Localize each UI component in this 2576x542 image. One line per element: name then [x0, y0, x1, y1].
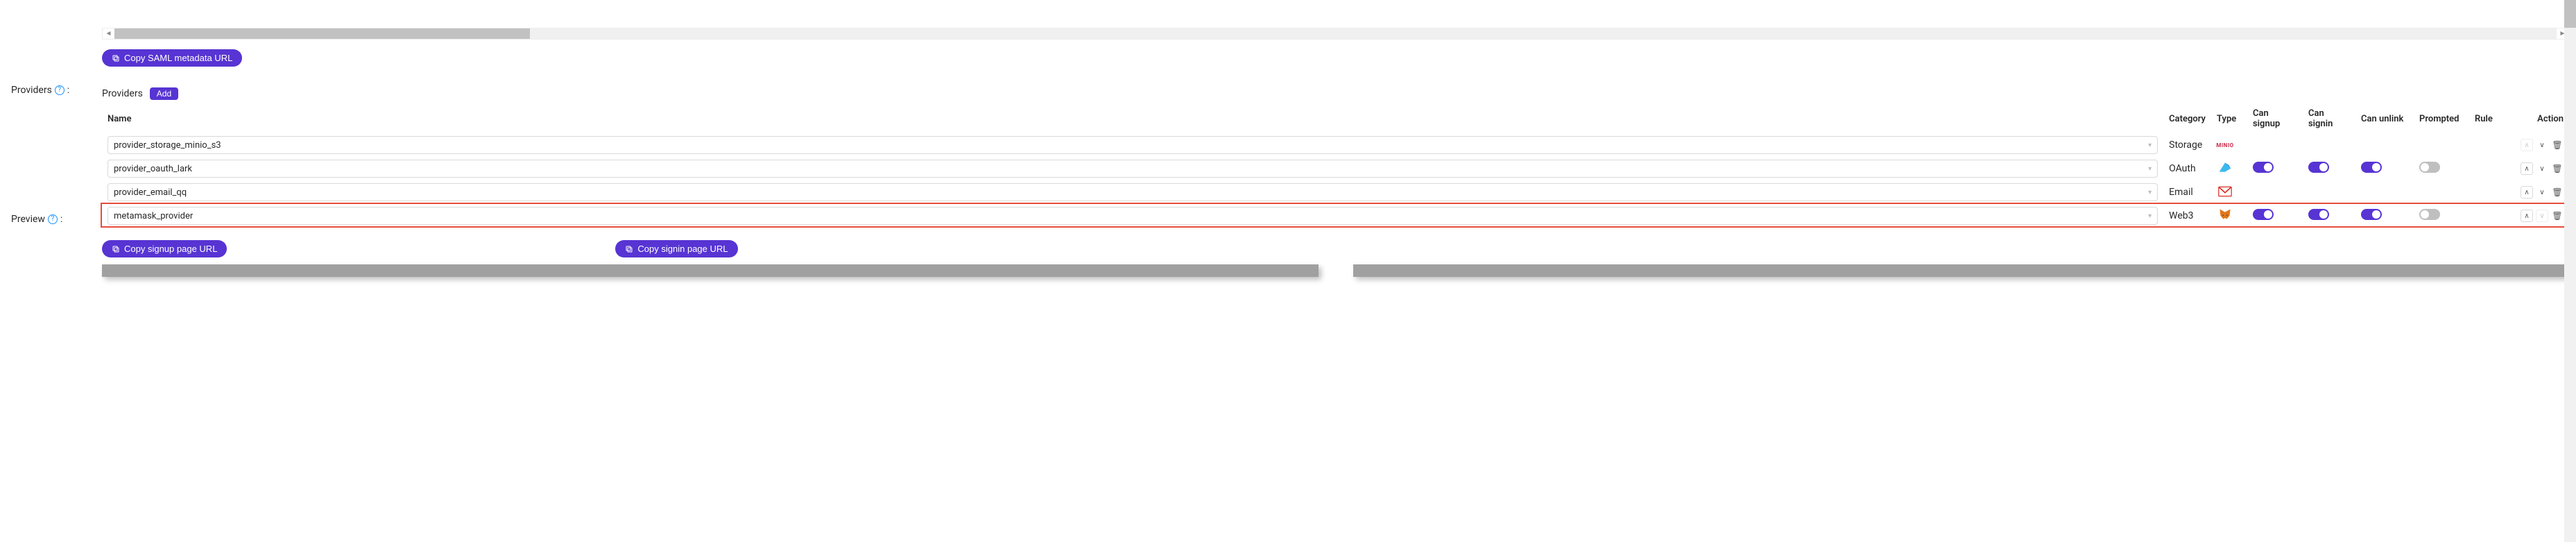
- copy-signin-page-button[interactable]: Copy signin page URL: [615, 240, 737, 257]
- copy-icon: [112, 54, 120, 62]
- vertical-scrollbar[interactable]: [2564, 0, 2576, 542]
- provider-name-select[interactable]: provider_oauth_lark ▾: [108, 160, 2158, 178]
- col-header-action: Action: [2515, 104, 2569, 133]
- can-signup-switch[interactable]: [2253, 209, 2274, 220]
- col-header-prompted: Prompted: [2414, 104, 2469, 133]
- category-cell: Storage: [2163, 133, 2211, 157]
- metamask-icon: [2218, 208, 2232, 221]
- copy-icon: [112, 245, 120, 253]
- col-header-category: Category: [2163, 104, 2211, 133]
- provider-name-select[interactable]: provider_storage_minio_s3 ▾: [108, 136, 2158, 154]
- horizontal-scrollbar[interactable]: ◄ ►: [102, 28, 2569, 40]
- rule-cell: [2469, 180, 2515, 204]
- hscroll-track[interactable]: [114, 28, 2557, 39]
- can-unlink-switch[interactable]: [2361, 209, 2382, 220]
- lark-icon: [2218, 160, 2232, 174]
- add-button[interactable]: Add: [150, 87, 178, 100]
- minio-icon: MINIO: [2216, 142, 2233, 149]
- chevron-down-icon: ▾: [2148, 142, 2152, 149]
- providers-label: Providers ? :: [11, 85, 102, 96]
- delete-button[interactable]: 🗑: [2551, 186, 2564, 198]
- empty-panel: [102, 0, 2569, 28]
- category-cell: Email: [2163, 180, 2211, 204]
- copy-signup-page-button[interactable]: Copy signup page URL: [102, 240, 227, 257]
- providers-table: Name Category Type Can signup Can signin…: [102, 104, 2569, 228]
- category-cell: OAuth: [2163, 157, 2211, 180]
- preview-label-text: Preview: [11, 214, 45, 225]
- col-header-can-signin: Can signin: [2303, 104, 2355, 133]
- provider-name-value: provider_email_qq: [114, 187, 187, 198]
- prompted-switch[interactable]: [2419, 209, 2440, 220]
- help-icon[interactable]: ?: [55, 85, 65, 95]
- can-signin-switch[interactable]: [2308, 209, 2329, 220]
- can-signin-switch[interactable]: [2308, 162, 2329, 173]
- chevron-down-icon: ▾: [2148, 212, 2152, 220]
- move-down-button: ∨: [2536, 210, 2548, 222]
- copy-signin-page-label: Copy signin page URL: [637, 244, 728, 254]
- signup-preview-pane: [102, 264, 1319, 277]
- providers-label-text: Providers: [11, 85, 52, 96]
- table-row: provider_oauth_lark ▾ OAuth ∧∨🗑: [102, 157, 2569, 180]
- move-up-button: ∧: [2521, 139, 2533, 151]
- rule-cell: [2469, 157, 2515, 180]
- provider-name-value: provider_storage_minio_s3: [114, 140, 221, 151]
- move-up-button[interactable]: ∧: [2521, 162, 2533, 175]
- signin-preview-pane: [1353, 264, 2570, 277]
- can-unlink-switch[interactable]: [2361, 162, 2382, 173]
- help-icon[interactable]: ?: [48, 214, 58, 224]
- table-row: metamask_provider ▾ Web3 ∧∨🗑: [102, 204, 2569, 228]
- prompted-switch[interactable]: [2419, 162, 2440, 173]
- table-row: provider_email_qq ▾ Email ∧∨🗑: [102, 180, 2569, 204]
- provider-name-select[interactable]: metamask_provider ▾: [108, 207, 2158, 225]
- table-row: provider_storage_minio_s3 ▾ Storage MINIO ∧∨…: [102, 133, 2569, 157]
- provider-name-select[interactable]: provider_email_qq ▾: [108, 183, 2158, 201]
- copy-saml-metadata-button[interactable]: Copy SAML metadata URL: [102, 49, 242, 67]
- move-down-button[interactable]: ∨: [2536, 186, 2548, 198]
- chevron-down-icon: ▾: [2148, 165, 2152, 173]
- rule-cell: [2469, 204, 2515, 228]
- category-cell: Web3: [2163, 204, 2211, 228]
- preview-label: Preview ? :: [11, 214, 102, 225]
- col-header-type: Type: [2211, 104, 2247, 133]
- copy-saml-metadata-label: Copy SAML metadata URL: [124, 53, 232, 63]
- col-header-can-signup: Can signup: [2247, 104, 2303, 133]
- hscroll-thumb[interactable]: [114, 28, 530, 39]
- move-down-button[interactable]: ∨: [2536, 162, 2548, 175]
- copy-signup-page-label: Copy signup page URL: [124, 244, 217, 254]
- col-header-can-unlink: Can unlink: [2355, 104, 2414, 133]
- delete-button[interactable]: 🗑: [2551, 139, 2564, 151]
- move-up-button[interactable]: ∧: [2521, 186, 2533, 198]
- provider-name-value: metamask_provider: [114, 211, 193, 221]
- move-up-button[interactable]: ∧: [2521, 210, 2533, 222]
- can-signup-switch[interactable]: [2253, 162, 2274, 173]
- col-header-rule: Rule: [2469, 104, 2515, 133]
- rule-cell: [2469, 133, 2515, 157]
- delete-button[interactable]: 🗑: [2551, 162, 2564, 175]
- chevron-down-icon: ▾: [2148, 189, 2152, 196]
- col-header-name: Name: [102, 104, 2163, 133]
- gmail-icon: [2218, 186, 2232, 197]
- vscroll-thumb[interactable]: [2564, 0, 2576, 28]
- delete-button[interactable]: 🗑: [2551, 210, 2564, 222]
- move-down-button[interactable]: ∨: [2536, 139, 2548, 151]
- copy-icon: [625, 245, 633, 253]
- provider-name-value: provider_oauth_lark: [114, 164, 192, 174]
- providers-section-label: Providers: [102, 88, 143, 99]
- hscroll-left-arrow-icon[interactable]: ◄: [103, 28, 114, 39]
